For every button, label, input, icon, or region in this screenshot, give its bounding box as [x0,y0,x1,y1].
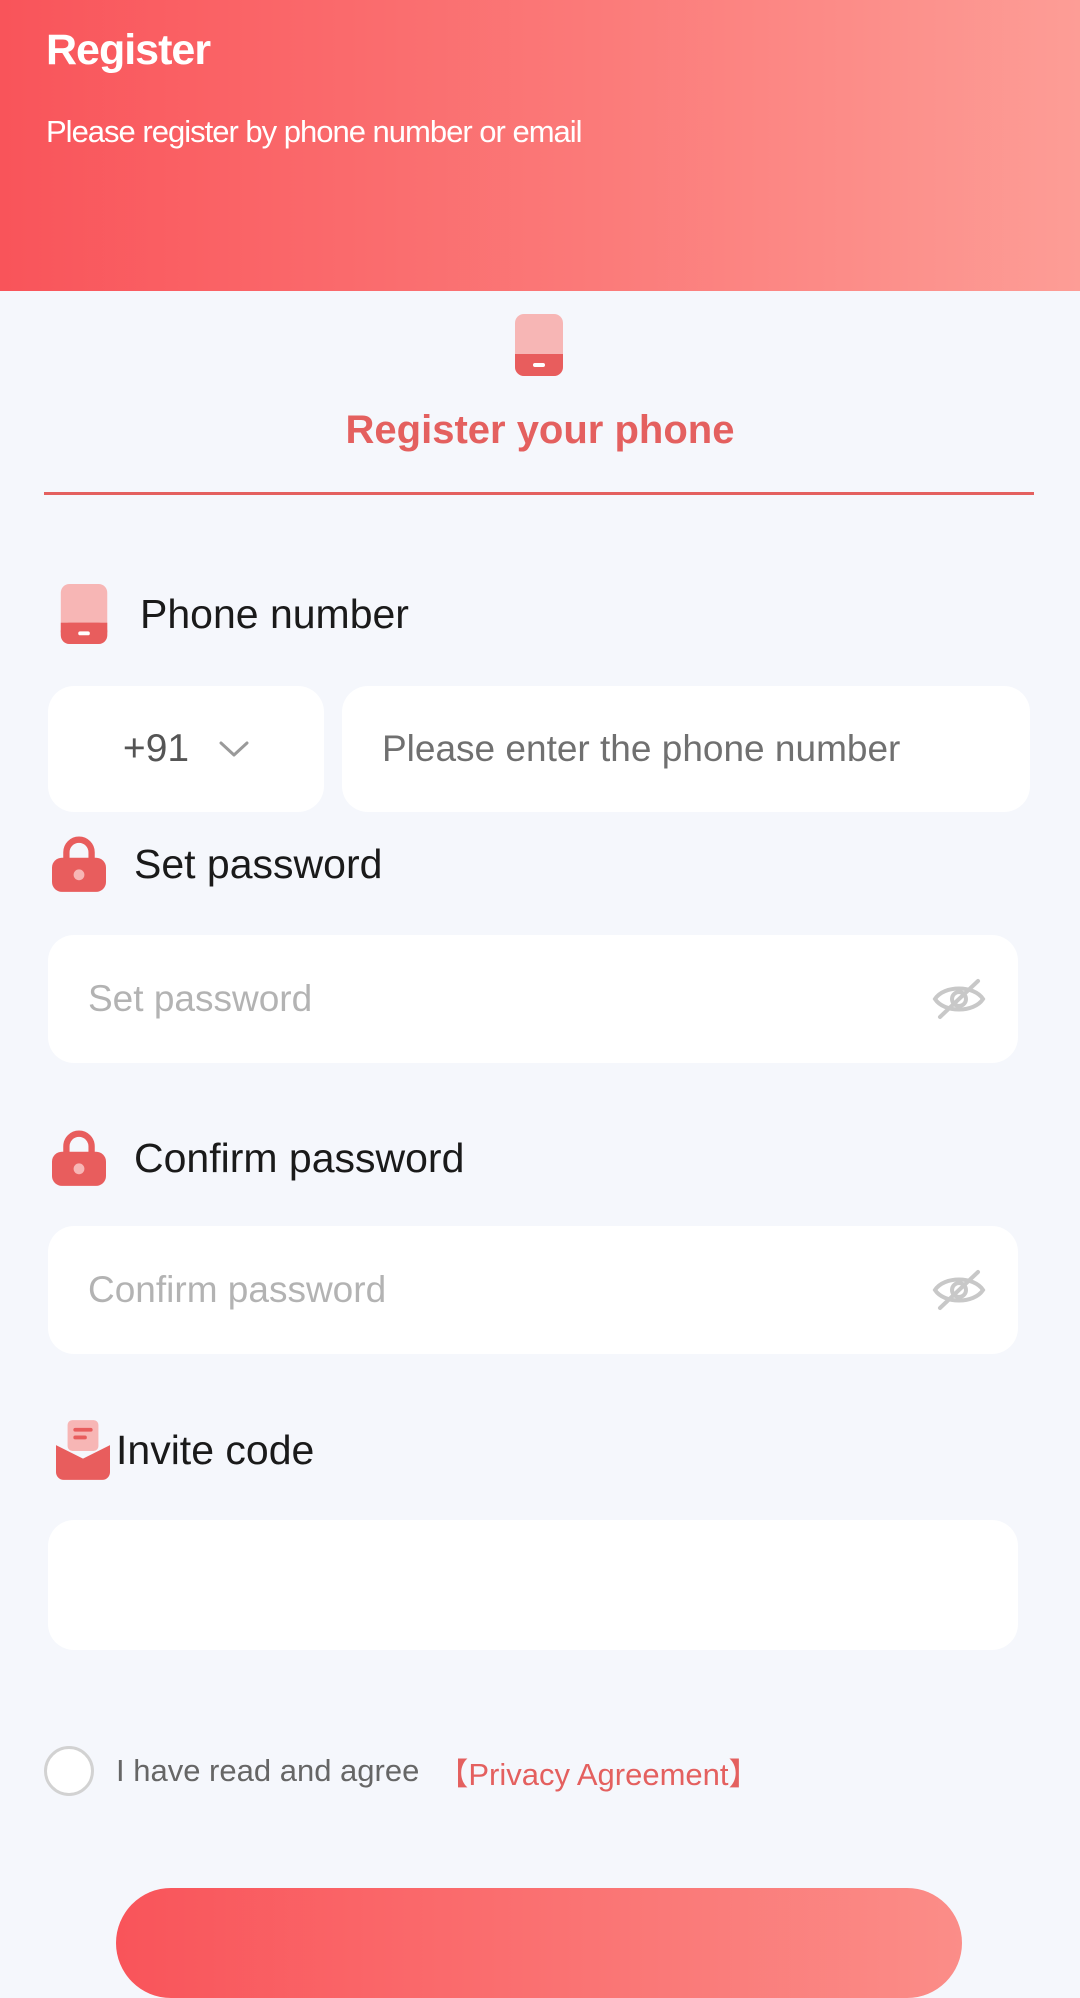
set-password-label-text: Set password [134,840,383,887]
agreement-text: I have read and agree [116,1753,420,1788]
confirm-password-label-text: Confirm password [134,1134,465,1181]
agreement-checkbox[interactable] [44,1746,94,1796]
phone-number-label: Phone number [58,582,409,646]
chevron-down-icon [219,741,249,757]
register-button[interactable] [116,1888,962,1998]
lock-icon [52,836,106,892]
set-password-field [48,935,1018,1063]
country-code-select[interactable]: +91 [48,686,324,812]
privacy-agreement-link[interactable]: 【Privacy Agreement】 [437,1749,759,1794]
set-password-input[interactable] [48,935,1018,1063]
phone-icon [515,314,563,376]
tab-register-phone[interactable]: Register your phone [0,408,1080,453]
invitation-icon [56,1420,110,1480]
tab-underline [44,492,1034,495]
confirm-password-field [48,1226,1018,1354]
country-code-value: +91 [122,727,190,770]
set-password-label: Set password [52,832,382,896]
invite-code-field [48,1520,1018,1650]
phone-number-input[interactable] [342,686,1030,812]
eye-off-icon[interactable] [932,1268,986,1312]
invite-code-label-text: Invite code [116,1426,315,1473]
invite-code-input[interactable] [48,1520,1018,1650]
eye-off-icon[interactable] [932,977,986,1021]
confirm-password-label: Confirm password [52,1126,464,1190]
lock-icon [52,1130,106,1186]
phone-number-field [342,686,1030,812]
header-banner: Register Please register by phone number… [0,0,1080,291]
phone-number-label-text: Phone number [140,590,409,637]
confirm-password-input[interactable] [48,1226,1018,1354]
agreement-row: I have read and agree 【Privacy Agreement… [44,1746,760,1796]
invite-code-label: Invite code [56,1418,314,1482]
page-title: Register [46,26,211,74]
phone-icon [60,584,108,644]
page-subtitle: Please register by phone number or email [46,114,583,149]
